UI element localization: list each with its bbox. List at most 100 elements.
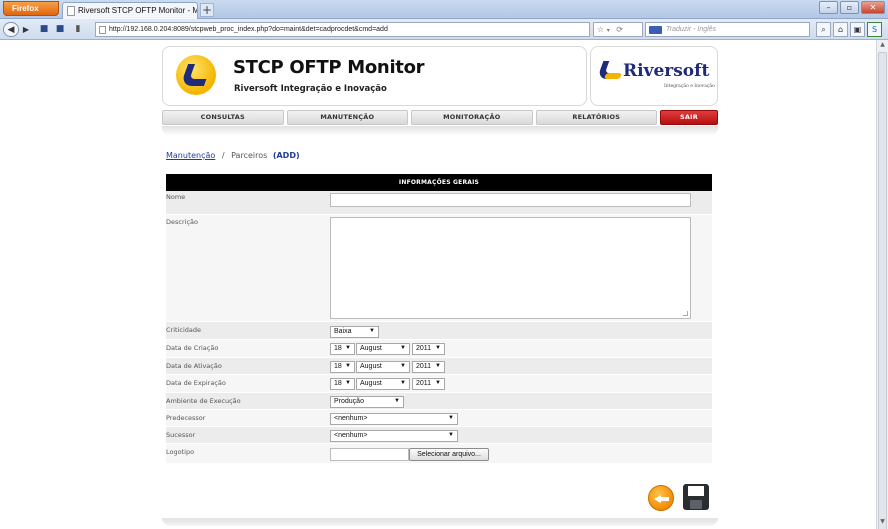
criacao-month: August xyxy=(360,345,382,352)
addon-icon[interactable]: ▣ xyxy=(850,22,865,37)
label-predecessor: Predecessor xyxy=(166,414,206,422)
resize-grip[interactable] xyxy=(683,311,688,316)
ativacao-day-select[interactable]: 18 ▼ xyxy=(330,361,355,373)
logo-swoosh xyxy=(179,64,213,86)
ativacao-year-select[interactable]: 2011 ▼ xyxy=(412,361,445,373)
expiracao-day: 18 xyxy=(334,380,342,387)
firefox-menu-button[interactable]: Firefox xyxy=(3,1,59,16)
expiracao-year-select[interactable]: 2011 ▼ xyxy=(412,378,445,390)
chevron-down-icon: ▼ xyxy=(345,345,351,351)
chevron-down-icon: ▼ xyxy=(448,415,454,421)
sucessor-select[interactable]: <nenhum> ▼ xyxy=(330,430,458,442)
minimize-icon[interactable]: – xyxy=(819,1,838,14)
logo-bar xyxy=(603,73,623,79)
form-header: INFORMAÇÕES GERAIS xyxy=(166,174,712,191)
panel-icon[interactable]: ■ xyxy=(54,22,66,37)
expiracao-month-select[interactable]: August ▼ xyxy=(356,378,410,390)
chevron-down-icon: ▼ xyxy=(435,380,441,386)
exit-button[interactable]: SAIR xyxy=(660,110,718,125)
menu-relatorios[interactable]: RELATÓRIOS xyxy=(535,110,657,125)
sucessor-value: <nenhum> xyxy=(334,432,368,439)
row-data-ativacao: Data de Ativação 18 ▼ August ▼ 2011 ▼ xyxy=(166,358,712,375)
label-descricao: Descrição xyxy=(166,218,198,226)
forward-arrow-icon[interactable]: ▶ xyxy=(21,22,31,37)
expiracao-year: 2011 xyxy=(416,380,432,387)
breadcrumb-link-manutencao[interactable]: Manutenção xyxy=(166,151,215,160)
arrow-shaft xyxy=(660,497,669,501)
floppy-label xyxy=(688,486,704,496)
row-data-expiracao: Data de Expiração 18 ▼ August ▼ 2011 ▼ xyxy=(166,375,712,393)
home-icon[interactable]: ⌂ xyxy=(833,22,848,37)
url-controls: ☆ ▾ ⟳ xyxy=(593,22,643,37)
select-file-button[interactable]: Selecionar arquivo... xyxy=(409,448,489,461)
logotipo-file-field[interactable] xyxy=(330,448,409,461)
label-data-expiracao: Data de Expiração xyxy=(166,379,226,387)
row-ambiente: Ambiente de Execução Produção ▼ xyxy=(166,393,712,410)
main-menu: CONSULTAS MANUTENÇÃO MONITORAÇÃO RELATÓR… xyxy=(162,110,718,125)
menu-consultas[interactable]: CONSULTAS xyxy=(162,110,284,125)
label-sucessor: Sucessor xyxy=(166,431,196,439)
lock-icon[interactable]: ▮ xyxy=(72,22,84,37)
criacao-month-select[interactable]: August ▼ xyxy=(356,343,410,355)
row-data-criacao: Data de Criação 18 ▼ August ▼ 2011 ▼ xyxy=(166,340,712,358)
vertical-scrollbar[interactable]: ▲ ▼ xyxy=(876,40,888,529)
criacao-year-select[interactable]: 2011 ▼ xyxy=(412,343,445,355)
search-input[interactable]: Traduzir - Inglês xyxy=(645,22,810,37)
menu-shadow xyxy=(162,126,718,136)
label-nome: Nome xyxy=(166,193,186,201)
riversoft-logo-icon xyxy=(596,61,623,83)
chevron-down-icon: ▼ xyxy=(435,363,441,369)
menu-monitoracao[interactable]: MONITORAÇÃO xyxy=(411,110,533,125)
search-icon[interactable]: ⌕ xyxy=(816,22,831,37)
chevron-down-icon: ▼ xyxy=(345,380,351,386)
expiracao-day-select[interactable]: 18 ▼ xyxy=(330,378,355,390)
scroll-thumb[interactable] xyxy=(878,52,887,529)
maximize-icon[interactable]: ▫ xyxy=(840,1,859,14)
app-subtitle: Riversoft Integração e Inovação xyxy=(234,84,387,94)
save-icon[interactable] xyxy=(683,484,709,510)
search-placeholder: Traduzir - Inglês xyxy=(666,26,717,33)
back-icon[interactable] xyxy=(648,485,674,511)
site-identity-icon xyxy=(99,26,106,34)
predecessor-select[interactable]: <nenhum> ▼ xyxy=(330,413,458,425)
criacao-day: 18 xyxy=(334,345,342,352)
chevron-down-icon: ▼ xyxy=(394,398,400,404)
browser-tab[interactable]: Riversoft STCP OFTP Monitor - Manuten... xyxy=(62,2,198,19)
back-arrow-icon[interactable]: ◀ xyxy=(3,22,19,37)
reload-icon[interactable]: ⟳ xyxy=(616,25,623,34)
menu-manutencao[interactable]: MANUTENÇÃO xyxy=(286,110,408,125)
row-logotipo: Logotipo Selecionar arquivo... xyxy=(166,444,712,464)
new-tab-button[interactable]: + xyxy=(200,3,214,17)
ativacao-year: 2011 xyxy=(416,363,432,370)
descricao-textarea[interactable] xyxy=(330,217,691,319)
row-predecessor: Predecessor <nenhum> ▼ xyxy=(166,410,712,427)
chevron-down-icon: ▼ xyxy=(369,328,375,334)
chevron-down-icon: ▼ xyxy=(400,380,406,386)
sync-icon[interactable]: ■ xyxy=(38,22,50,37)
row-criticidade: Criticidade Baixa ▼ xyxy=(166,322,712,340)
scroll-down-icon[interactable]: ▼ xyxy=(877,518,888,528)
partner-form: INFORMAÇÕES GERAIS Nome Descrição Critic… xyxy=(166,174,712,464)
scroll-up-icon[interactable]: ▲ xyxy=(877,41,888,51)
brand-name: Riversoft xyxy=(623,61,710,81)
criticidade-select[interactable]: Baixa ▼ xyxy=(330,326,379,338)
row-sucessor: Sucessor <nenhum> ▼ xyxy=(166,427,712,444)
dropdown-icon[interactable]: ▾ xyxy=(607,27,610,34)
chevron-down-icon: ▼ xyxy=(400,363,406,369)
bookmark-star-icon[interactable]: ☆ xyxy=(597,25,604,34)
chevron-down-icon: ▼ xyxy=(435,345,441,351)
search-engine-icon xyxy=(649,26,662,34)
nome-input[interactable] xyxy=(330,193,691,207)
label-data-ativacao: Data de Ativação xyxy=(166,362,222,370)
tab-title: Riversoft STCP OFTP Monitor - Manuten... xyxy=(78,6,197,15)
url-bar[interactable]: http://192.168.0.204:8089/stcpweb_proc_i… xyxy=(95,22,590,37)
ambiente-select[interactable]: Produção ▼ xyxy=(330,396,404,408)
ativacao-month: August xyxy=(360,363,382,370)
label-criticidade: Criticidade xyxy=(166,326,201,334)
ativacao-month-select[interactable]: August ▼ xyxy=(356,361,410,373)
criacao-year: 2011 xyxy=(416,345,432,352)
criacao-day-select[interactable]: 18 ▼ xyxy=(330,343,355,355)
close-icon[interactable]: ✕ xyxy=(861,1,885,14)
window-controls: – ▫ ✕ xyxy=(819,1,885,14)
skype-icon[interactable]: S xyxy=(867,22,882,37)
